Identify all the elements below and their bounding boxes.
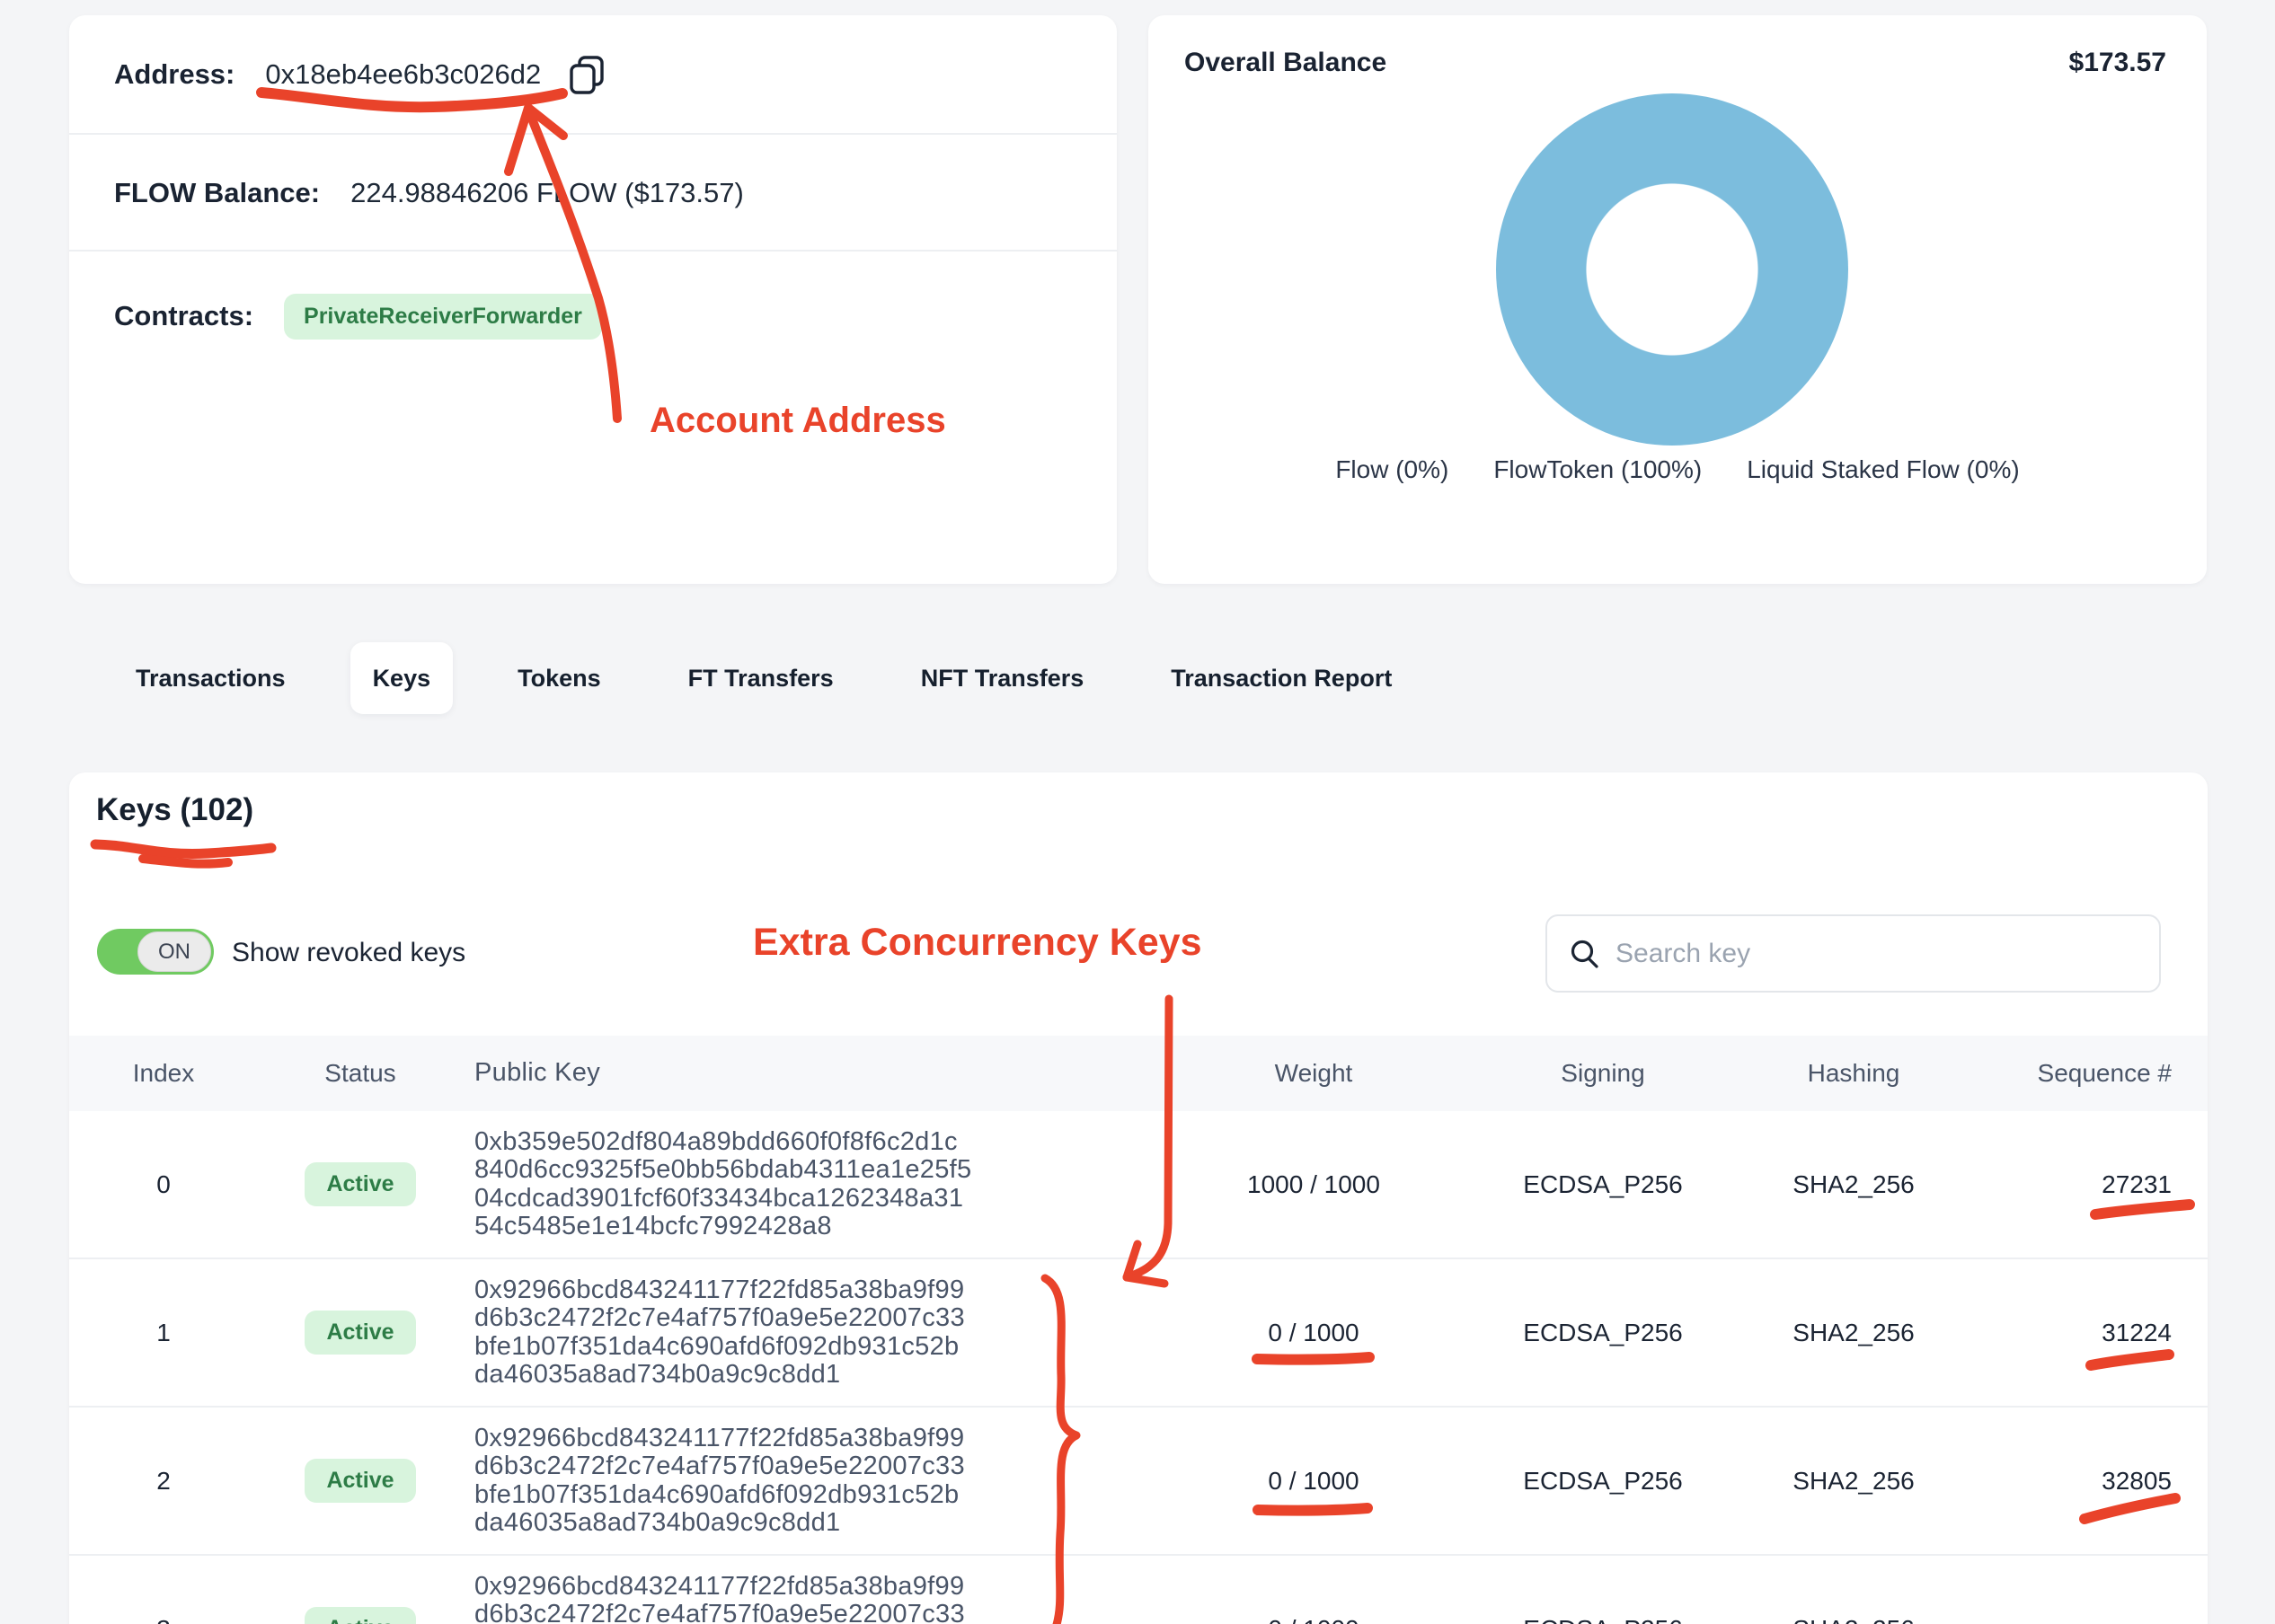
account-address-annotation: Account Address: [650, 401, 946, 441]
legend-item-0: Flow (0%): [1335, 455, 1448, 484]
key-index: 1: [123, 1259, 204, 1406]
key-weight: 0 / 1000: [1224, 1556, 1403, 1624]
copy-address-icon[interactable]: [566, 54, 607, 95]
key-sequence: 31224: [1956, 1259, 2172, 1406]
key-public-key: 0x92966bcd843241177f22fd85a38ba9f99 d6b3…: [474, 1556, 1085, 1624]
chart-legend: Flow (0%) FlowToken (100%) Liquid Staked F…: [1148, 455, 2207, 484]
keys-section-title: Keys (102): [96, 792, 253, 828]
key-hashing: SHA2_256: [1764, 1556, 1943, 1624]
status-badge: Active: [305, 1162, 415, 1206]
tab-transaction-report[interactable]: Transaction Report: [1148, 642, 1414, 714]
key-hashing: SHA2_256: [1764, 1259, 1943, 1406]
key-status: Active: [297, 1408, 423, 1554]
key-public-key: 0xb359e502df804a89bdd660f0f8f6c2d1c 840d…: [474, 1111, 1085, 1258]
search-key-box[interactable]: [1545, 914, 2161, 993]
tab-nft-transfers[interactable]: NFT Transfers: [898, 642, 1107, 714]
key-signing: ECDSA_P256: [1513, 1408, 1693, 1554]
legend-item-1: FlowToken (100%): [1493, 455, 1702, 484]
tab-keys[interactable]: Keys: [350, 642, 454, 714]
key-index: 2: [123, 1408, 204, 1554]
col-header-signing: Signing: [1513, 1036, 1693, 1111]
show-revoked-label: Show revoked keys: [232, 938, 465, 968]
search-icon: [1569, 938, 1601, 970]
key-hashing: SHA2_256: [1764, 1408, 1943, 1554]
key-weight: 0 / 1000: [1224, 1408, 1403, 1554]
flow-balance-label: FLOW Balance:: [114, 177, 320, 209]
col-header-status: Status: [297, 1036, 423, 1111]
address-label: Address:: [114, 58, 235, 91]
legend-item-2: Liquid Staked Flow (0%): [1747, 455, 2019, 484]
key-sequence: 27231: [1956, 1111, 2172, 1258]
col-header-sequence: Sequence #: [1956, 1036, 2172, 1111]
search-key-input[interactable]: [1616, 939, 2119, 969]
key-public-key: 0x92966bcd843241177f22fd85a38ba9f99 d6b3…: [474, 1408, 1085, 1554]
key-sequence: 32805: [1956, 1408, 2172, 1554]
key-row-0: 0 Active 0xb359e502df804a89bdd660f0f8f6c2d…: [69, 1111, 2208, 1259]
key-status: Active: [297, 1556, 423, 1624]
keys-card: Keys (102) ON Show revoked keys Extra Co…: [69, 772, 2208, 1624]
contracts-row: Contracts: PrivateReceiverForwarder: [69, 253, 1117, 379]
overall-balance-card: Overall Balance $173.57 Flow (0%) FlowTok…: [1148, 15, 2207, 584]
show-revoked-toggle[interactable]: ON: [97, 929, 214, 975]
col-header-weight: Weight: [1224, 1036, 1403, 1111]
key-signing: ECDSA_P256: [1513, 1259, 1693, 1406]
tab-transactions[interactable]: Transactions: [113, 642, 308, 714]
status-badge: Active: [305, 1311, 415, 1355]
key-row-3: 3 Active 0x92966bcd843241177f22fd85a38ba9f…: [69, 1556, 2208, 1624]
account-summary-card: Address: 0x18eb4ee6b3c026d2 FLOW Balance…: [69, 15, 1117, 584]
flow-balance-value: 224.98846206 FLOW ($173.57): [350, 177, 744, 209]
key-index: 0: [123, 1111, 204, 1258]
key-row-2: 2 Active 0x92966bcd843241177f22fd85a38ba9f…: [69, 1408, 2208, 1556]
contracts-label: Contracts:: [114, 300, 253, 332]
col-header-publickey: Public Key: [474, 1036, 1085, 1111]
account-tabs: Transactions Keys Tokens FT Transfers NFT Tr…: [113, 642, 1414, 714]
key-weight: 0 / 1000: [1224, 1259, 1403, 1406]
extra-concurrency-annotation: Extra Concurrency Keys: [753, 921, 1202, 965]
balance-donut-chart: [1496, 93, 1848, 446]
key-public-key: 0x92966bcd843241177f22fd85a38ba9f99 d6b3…: [474, 1259, 1085, 1406]
contract-chip[interactable]: PrivateReceiverForwarder: [284, 294, 602, 340]
keys-table-body: 0 Active 0xb359e502df804a89bdd660f0f8f6c2d…: [69, 1111, 2208, 1624]
balance-total: $173.57: [2069, 48, 2166, 78]
key-index: 3: [123, 1556, 204, 1624]
balance-title: Overall Balance: [1184, 48, 1386, 78]
key-sequence: [1956, 1556, 2172, 1624]
key-status: Active: [297, 1111, 423, 1258]
address-row: Address: 0x18eb4ee6b3c026d2: [69, 15, 1117, 135]
key-signing: ECDSA_P256: [1513, 1111, 1693, 1258]
tab-ft-transfers[interactable]: FT Transfers: [666, 642, 856, 714]
key-hashing: SHA2_256: [1764, 1111, 1943, 1258]
keys-table-header: Index Status Public Key Weight Signing H…: [69, 1036, 2208, 1111]
col-header-hashing: Hashing: [1764, 1036, 1943, 1111]
flow-balance-row: FLOW Balance: 224.98846206 FLOW ($173.57…: [69, 137, 1117, 252]
key-signing: ECDSA_P256: [1513, 1556, 1693, 1624]
key-row-1: 1 Active 0x92966bcd843241177f22fd85a38ba9f…: [69, 1259, 2208, 1408]
key-status: Active: [297, 1259, 423, 1406]
status-badge: Active: [305, 1607, 415, 1624]
tab-tokens[interactable]: Tokens: [495, 642, 624, 714]
status-badge: Active: [305, 1459, 415, 1503]
col-header-index: Index: [123, 1036, 204, 1111]
toggle-knob[interactable]: ON: [137, 931, 211, 972]
key-weight: 1000 / 1000: [1224, 1111, 1403, 1258]
address-value: 0x18eb4ee6b3c026d2: [265, 58, 541, 91]
